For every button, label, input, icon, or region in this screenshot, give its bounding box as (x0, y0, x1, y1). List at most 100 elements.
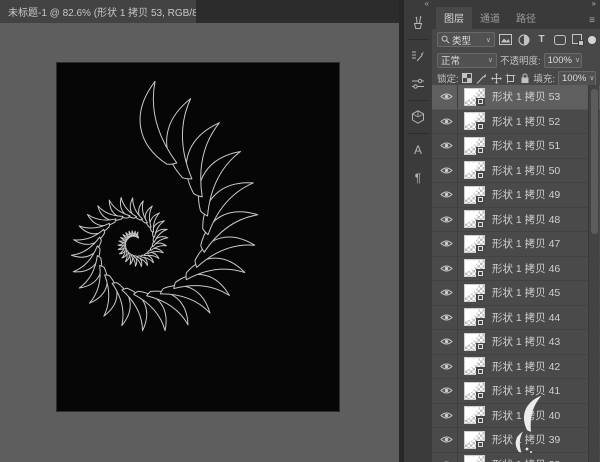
canvas[interactable] (57, 63, 339, 411)
shape-layer-badge (476, 294, 485, 302)
visibility-toggle[interactable] (436, 85, 458, 109)
paragraph-panel-button[interactable]: ¶ (406, 166, 430, 190)
shape-layer-badge (476, 318, 485, 326)
layer-row[interactable]: 形状 1 拷贝 44 (432, 306, 600, 331)
layer-thumbnail[interactable] (464, 406, 485, 424)
visibility-toggle[interactable] (436, 159, 458, 183)
scrollbar-thumb[interactable] (591, 89, 598, 234)
filter-adjustment-layers-button[interactable] (516, 32, 531, 47)
layer-thumbnail[interactable] (464, 259, 485, 277)
filter-kind-dropdown[interactable]: 类型 ∨ (437, 32, 495, 47)
layer-thumbnail[interactable] (464, 333, 485, 351)
expand-dock-icon[interactable]: « (404, 0, 432, 9)
visibility-toggle[interactable] (436, 110, 458, 134)
visibility-toggle[interactable] (436, 355, 458, 379)
fill-dropdown[interactable]: 100% ∨ (558, 71, 596, 86)
layer-thumbnail[interactable] (464, 455, 485, 462)
visibility-toggle[interactable] (436, 453, 458, 462)
filter-smart-objects-button[interactable] (570, 32, 585, 47)
layer-row[interactable]: 形状 1 拷贝 41 (432, 379, 600, 404)
layer-row[interactable]: 形状 1 拷贝 50 (432, 159, 600, 184)
shape-layer-badge (476, 269, 485, 277)
3d-panel-button[interactable] (406, 105, 430, 129)
opacity-dropdown[interactable]: 100% ∨ (544, 53, 582, 68)
filter-toggle-icon[interactable] (588, 36, 596, 44)
visibility-toggle[interactable] (436, 428, 458, 452)
layer-row[interactable]: 形状 1 拷贝 38 (432, 453, 600, 462)
layers-list: 形状 1 拷贝 53 形状 1 拷贝 52 形状 1 拷贝 51 (432, 85, 600, 462)
layer-row[interactable]: 形状 1 拷贝 51 (432, 134, 600, 159)
visibility-toggle[interactable] (436, 232, 458, 256)
lock-row: 锁定: (432, 70, 600, 86)
shape-layer-badge (476, 245, 485, 253)
pixel-layers-icon (499, 34, 512, 45)
layer-thumbnail[interactable] (464, 88, 485, 106)
shape-layer-badge (476, 441, 485, 449)
layer-thumbnail[interactable] (464, 431, 485, 449)
filter-shape-layers-button[interactable] (552, 32, 567, 47)
chevron-down-icon: ∨ (483, 36, 491, 44)
layer-row[interactable]: 形状 1 拷贝 43 (432, 330, 600, 355)
blend-mode-dropdown[interactable]: 正常 ∨ (437, 53, 497, 68)
tab-layers[interactable]: 图层 (436, 7, 472, 29)
visibility-toggle[interactable] (436, 281, 458, 305)
layer-row[interactable]: 形状 1 拷贝 40 (432, 404, 600, 429)
filter-type-layers-button[interactable]: T (534, 32, 549, 47)
layer-thumbnail[interactable] (464, 382, 485, 400)
properties-panel-button[interactable] (406, 72, 430, 96)
brushes-panel-button[interactable] (406, 11, 430, 35)
lock-all-button[interactable] (519, 72, 530, 85)
layer-thumbnail[interactable] (464, 308, 485, 326)
lock-position-button[interactable] (490, 72, 501, 85)
fill-value: 100% (562, 73, 586, 84)
layer-row[interactable]: 形状 1 拷贝 53 (432, 85, 600, 110)
layer-thumbnail[interactable] (464, 284, 485, 302)
document-tab[interactable]: 未标题-1 @ 82.6% (形状 1 拷贝 53, RGB/8#) * × (0, 0, 196, 23)
layer-thumbnail[interactable] (464, 112, 485, 130)
visibility-toggle[interactable] (436, 379, 458, 403)
layer-row[interactable]: 形状 1 拷贝 46 (432, 257, 600, 282)
checkerboard-icon (462, 73, 472, 83)
layer-thumbnail[interactable] (464, 186, 485, 204)
layers-scrollbar[interactable] (588, 85, 599, 462)
layer-row[interactable]: 形状 1 拷贝 47 (432, 232, 600, 257)
layer-name: 形状 1 拷贝 46 (492, 261, 560, 276)
lock-transparent-pixels-button[interactable] (462, 72, 473, 85)
visibility-toggle[interactable] (436, 330, 458, 354)
layer-thumbnail[interactable] (464, 235, 485, 253)
layer-thumbnail[interactable] (464, 137, 485, 155)
layer-name: 形状 1 拷贝 52 (492, 114, 560, 129)
panel-menu-icon[interactable]: ≡ (589, 15, 600, 29)
layer-row[interactable]: 形状 1 拷贝 48 (432, 208, 600, 233)
brush-settings-panel-button[interactable] (406, 44, 430, 68)
move-icon (491, 73, 502, 84)
visibility-toggle[interactable] (436, 134, 458, 158)
layer-thumbnail[interactable] (464, 161, 485, 179)
visibility-toggle[interactable] (436, 183, 458, 207)
layer-name: 形状 1 拷贝 40 (492, 408, 560, 423)
layer-row[interactable]: 形状 1 拷贝 52 (432, 110, 600, 135)
layer-row[interactable]: 形状 1 拷贝 45 (432, 281, 600, 306)
visibility-toggle[interactable] (436, 257, 458, 281)
layer-name: 形状 1 拷贝 47 (492, 236, 560, 251)
visibility-toggle[interactable] (436, 208, 458, 232)
tab-channels[interactable]: 通道 (472, 7, 508, 29)
filter-pixel-layers-button[interactable] (498, 32, 513, 47)
layer-row[interactable]: 形状 1 拷贝 49 (432, 183, 600, 208)
layer-row[interactable]: 形状 1 拷贝 39 (432, 428, 600, 453)
shape-layer-badge (476, 196, 485, 204)
visibility-toggle[interactable] (436, 404, 458, 428)
layer-thumbnail[interactable] (464, 357, 485, 375)
eye-icon (440, 92, 453, 101)
lock-image-pixels-button[interactable] (476, 72, 487, 85)
dock-separator (407, 100, 429, 101)
paragraph-icon: ¶ (415, 172, 421, 184)
eye-icon (440, 215, 453, 224)
layer-row[interactable]: 形状 1 拷贝 42 (432, 355, 600, 380)
tab-paths[interactable]: 路径 (508, 7, 544, 29)
layer-thumbnail[interactable] (464, 210, 485, 228)
eye-icon (440, 435, 453, 444)
lock-artboard-button[interactable] (505, 72, 516, 85)
visibility-toggle[interactable] (436, 306, 458, 330)
character-panel-button[interactable]: A (406, 138, 430, 162)
